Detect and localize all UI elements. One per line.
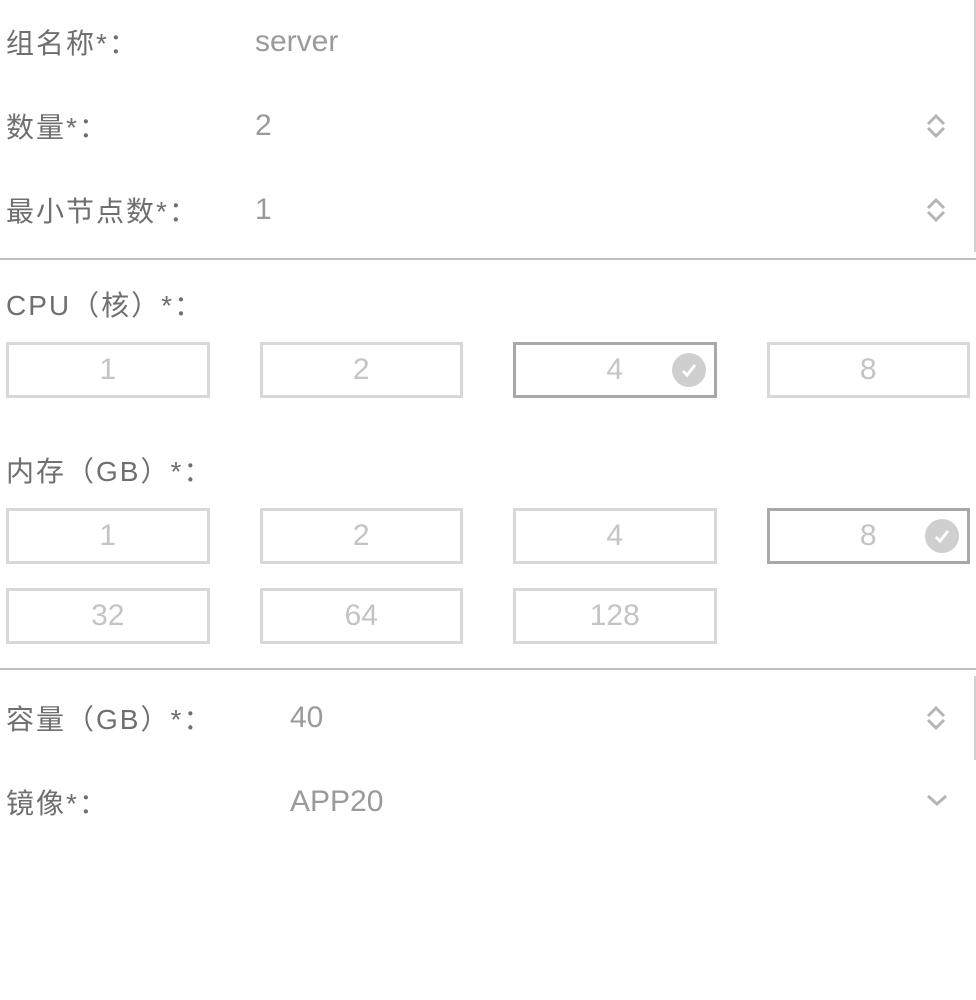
row-capacity: 容量（GB）*： 40 [0,676,976,760]
group-name-input[interactable]: server [255,25,338,59]
chevron-down-icon [926,793,948,807]
memory-options-option-64[interactable]: 64 [260,588,464,644]
label-cpu: CPU（核）*： [0,260,976,336]
row-quantity: 数量*： 2 [0,84,976,168]
label-quantity: 数量*： [0,106,255,146]
option-value: 1 [9,353,207,387]
label-min-nodes: 最小节点数*： [0,190,255,230]
option-value: 8 [770,353,968,387]
option-value: 2 [263,519,461,553]
option-value: 128 [516,599,714,633]
min-nodes-stepper[interactable] [926,198,946,222]
label-capacity: 容量（GB）*： [0,698,290,738]
config-form: 组名称*： server 数量*： 2 最小节点数*： 1 CPU（核）*： 1… [0,0,976,844]
cpu-options-option-8[interactable]: 8 [767,342,971,398]
chevron-down-icon [926,126,946,138]
min-nodes-input[interactable]: 1 [255,193,272,227]
capacity-input[interactable]: 40 [290,701,323,735]
check-icon [925,519,959,553]
row-image: 镜像*： APP20 [0,760,976,844]
value-area-image: APP20 [290,785,976,819]
divider [0,668,976,670]
cpu-option-grid: 1 2 4 8 [0,336,976,416]
memory-options-option-1[interactable]: 1 [6,508,210,564]
option-value: 2 [263,353,461,387]
memory-options-option-8[interactable]: 8 [767,508,971,564]
quantity-stepper[interactable] [926,114,946,138]
option-value: 4 [516,519,714,553]
row-min-nodes: 最小节点数*： 1 [0,168,976,252]
value-area-quantity: 2 [255,109,974,143]
capacity-stepper[interactable] [926,706,946,730]
option-value: 1 [9,519,207,553]
chevron-down-icon [926,210,946,222]
cpu-options-option-4[interactable]: 4 [513,342,717,398]
label-group-name: 组名称*： [0,22,255,62]
label-memory: 内存（GB）*： [0,426,976,502]
value-area-capacity: 40 [290,701,974,735]
row-group-name: 组名称*： server [0,0,976,84]
image-dropdown-toggle[interactable] [926,793,948,812]
memory-options-option-128[interactable]: 128 [513,588,717,644]
value-area-group-name: server [255,25,974,59]
memory-option-grid: 1 2 4 8 32 64 128 [0,502,976,662]
memory-options-option-32[interactable]: 32 [6,588,210,644]
cpu-options-option-1[interactable]: 1 [6,342,210,398]
option-value: 32 [9,599,207,633]
option-value: 64 [263,599,461,633]
value-area-min-nodes: 1 [255,193,974,227]
chevron-up-icon [926,114,946,126]
cpu-options-option-2[interactable]: 2 [260,342,464,398]
chevron-down-icon [926,718,946,730]
image-select[interactable]: APP20 [290,785,383,819]
label-image: 镜像*： [0,782,290,822]
quantity-input[interactable]: 2 [255,109,272,143]
chevron-up-icon [926,198,946,210]
check-icon [672,353,706,387]
memory-options-option-4[interactable]: 4 [513,508,717,564]
chevron-up-icon [926,706,946,718]
memory-options-option-2[interactable]: 2 [260,508,464,564]
